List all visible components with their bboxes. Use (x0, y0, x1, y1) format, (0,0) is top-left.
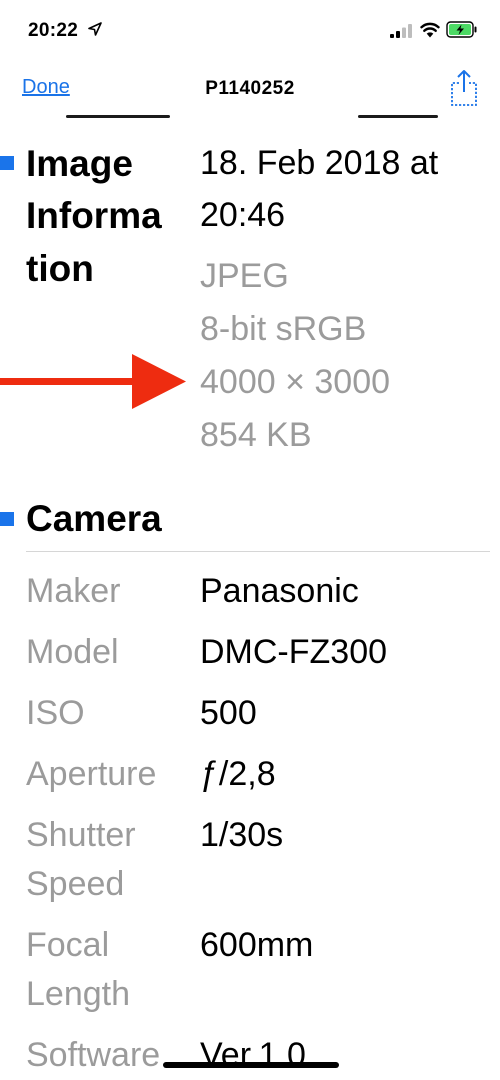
share-button[interactable] (448, 68, 480, 108)
camera-maker-value: Panasonic (200, 572, 359, 610)
camera-focal-label-line-1: Focal (26, 926, 110, 964)
cellular-signal-icon (390, 24, 412, 38)
camera-iso-label: ISO (26, 694, 85, 732)
section-marker-image-info (0, 156, 14, 170)
image-date-line-1: 18. Feb 2018 at (200, 144, 439, 182)
camera-focal-value: 600mm (200, 926, 314, 964)
image-info-heading-line-2: Informa (26, 195, 162, 236)
status-time: 20:22 (28, 20, 79, 41)
camera-focal-label-line-2: Length (26, 975, 130, 1013)
image-color-profile: 8-bit sRGB (200, 310, 367, 348)
camera-software-label: Software (26, 1036, 161, 1074)
camera-iso-value: 500 (200, 694, 257, 732)
camera-shutter-label-line-1: Shutter (26, 816, 136, 854)
share-icon (451, 70, 477, 106)
camera-heading: Camera (26, 498, 162, 539)
red-arrow-annotation (0, 354, 186, 409)
status-bar: 20:22 (0, 0, 500, 60)
battery-charging-icon (446, 21, 477, 38)
camera-model-value: DMC-FZ300 (200, 633, 388, 671)
image-date-line-2: 20:46 (200, 196, 286, 234)
image-format: JPEG (200, 257, 289, 295)
navigation-bar: Done P1140252 (0, 60, 500, 116)
image-info-heading-line-1: Image (26, 143, 133, 184)
nav-underline-left (66, 115, 170, 118)
photo-info-screen: 20:22 Done P1140252 Image Informa tion 1… (0, 0, 500, 1080)
camera-aperture-value: ƒ/2,8 (200, 755, 276, 793)
camera-aperture-label: Aperture (26, 755, 157, 793)
camera-software-value: Ver.1.0 (200, 1036, 306, 1074)
nav-underline-right (358, 115, 438, 118)
wifi-icon (420, 22, 440, 38)
image-info-heading-line-3: tion (26, 248, 94, 289)
location-arrow-icon (88, 22, 102, 36)
nav-title: P1140252 (205, 78, 295, 99)
image-dimensions: 4000 × 3000 (200, 363, 391, 401)
camera-maker-label: Maker (26, 572, 121, 610)
image-file-size: 854 KB (200, 416, 312, 454)
home-indicator[interactable] (163, 1062, 339, 1068)
camera-divider (26, 551, 490, 552)
section-marker-camera (0, 512, 14, 526)
camera-shutter-label-line-2: Speed (26, 865, 125, 903)
camera-shutter-value: 1/30s (200, 816, 284, 854)
camera-model-label: Model (26, 633, 119, 671)
